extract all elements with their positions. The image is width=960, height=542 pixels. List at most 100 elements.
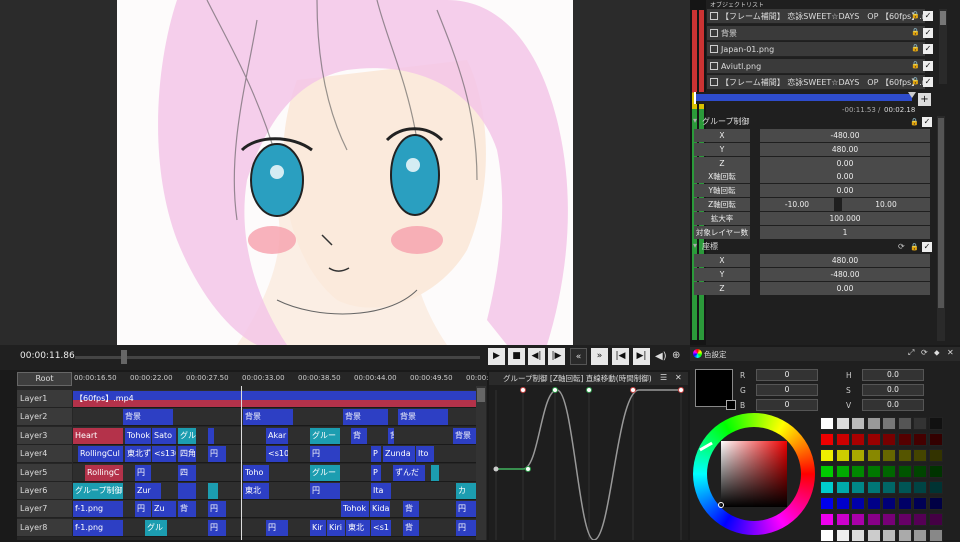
seek-thumb[interactable]: [121, 350, 127, 364]
color-swatch[interactable]: [913, 529, 927, 542]
color-swatch[interactable]: [835, 497, 850, 510]
timeline-scrollbar[interactable]: [476, 386, 486, 540]
timeline-clip[interactable]: f-1.png: [73, 519, 123, 536]
timeline-clip[interactable]: 円: [456, 519, 476, 536]
timeline-clip[interactable]: 背: [388, 427, 394, 444]
timeline-clip[interactable]: Ita: [371, 483, 391, 499]
color-swatch[interactable]: [820, 497, 834, 510]
layer-label[interactable]: Layer6: [17, 482, 72, 500]
timeline-clip[interactable]: 円: [135, 501, 151, 518]
timeline-clip[interactable]: [178, 483, 196, 499]
coords-checkbox[interactable]: ✓: [922, 242, 932, 252]
color-swatch[interactable]: [882, 497, 896, 510]
timeline-scroll-thumb[interactable]: [477, 388, 485, 402]
lock-icon[interactable]: 🔒: [911, 77, 920, 85]
zoom-icon[interactable]: ⊕: [672, 350, 680, 361]
pin-icon[interactable]: ⬥: [934, 348, 940, 358]
timeline-clip[interactable]: Ito: [416, 446, 434, 463]
color-swatch[interactable]: [866, 529, 881, 542]
timeline-clip[interactable]: P: [371, 464, 381, 481]
color-swatch[interactable]: [897, 465, 912, 478]
color-swatch[interactable]: [851, 513, 865, 526]
layer-label[interactable]: Layer2: [17, 408, 72, 427]
color-swatch[interactable]: [897, 529, 912, 542]
prop-value[interactable]: 100.000: [760, 211, 930, 225]
timeline-clip[interactable]: [208, 427, 214, 444]
color-swatch[interactable]: [882, 449, 896, 462]
layer-label[interactable]: Layer3: [17, 426, 72, 445]
color-swatch[interactable]: [913, 449, 927, 462]
lock-icon[interactable]: 🔒: [911, 44, 920, 52]
timeline-clip[interactable]: グループ制御: [73, 483, 123, 499]
layer-track[interactable]: 背景 背景 背景 背景: [73, 408, 476, 427]
add-button[interactable]: +: [918, 93, 931, 106]
refresh-icon[interactable]: ⟳: [921, 348, 928, 357]
playhead-line[interactable]: [241, 386, 242, 540]
color-swatch[interactable]: [866, 417, 881, 430]
color-swatch[interactable]: [913, 433, 927, 446]
color-swatch[interactable]: [882, 433, 896, 446]
timeline-clip[interactable]: グルー: [310, 427, 340, 444]
object-list-item[interactable]: 【フレーム補間】 恋詠SWEET☆DAYS OP 【60fps】.mp4: [707, 9, 925, 24]
secondary-color-swatch[interactable]: [726, 400, 736, 410]
timeline-clip[interactable]: Toho: [243, 464, 269, 481]
seek-bar[interactable]: [75, 350, 480, 364]
timeline-clip[interactable]: f-1.png: [73, 501, 123, 518]
root-tab[interactable]: Root: [17, 372, 72, 386]
color-swatch[interactable]: [882, 529, 896, 542]
color-swatch[interactable]: [882, 513, 896, 526]
timeline-clip[interactable]: <s10: [266, 446, 288, 463]
color-swatch[interactable]: [928, 529, 943, 542]
timeline-clip[interactable]: 【60fps】.mp4: [73, 391, 476, 407]
timeline-clip[interactable]: グル: [145, 519, 167, 536]
properties-scrollbar[interactable]: [937, 116, 945, 341]
color-swatch[interactable]: [835, 449, 850, 462]
prop-value[interactable]: 0.00: [760, 184, 930, 198]
color-swatch[interactable]: [882, 417, 896, 430]
lock-icon[interactable]: 🔒: [910, 118, 919, 126]
timeline-clip[interactable]: Tohok: [341, 501, 369, 518]
timeline-clip[interactable]: Tohok: [125, 427, 151, 444]
color-swatch[interactable]: [820, 417, 834, 430]
timeline-clip[interactable]: <s130: [152, 446, 176, 463]
easing-curve[interactable]: [489, 385, 688, 540]
color-swatch[interactable]: [820, 481, 834, 494]
visibility-checkbox[interactable]: ✓: [923, 60, 933, 71]
play-button[interactable]: ▶: [488, 348, 505, 365]
group-control-checkbox[interactable]: ✓: [922, 117, 932, 127]
timeline-clip[interactable]: 背: [178, 501, 196, 518]
color-field-input[interactable]: 0: [756, 369, 818, 381]
stop-button[interactable]: ■: [508, 348, 525, 365]
color-swatch[interactable]: [866, 497, 881, 510]
color-swatch[interactable]: [897, 513, 912, 526]
timeline-clip[interactable]: ずんだ: [393, 464, 425, 481]
timeline-clip[interactable]: 背景: [123, 409, 173, 426]
color-swatch[interactable]: [928, 513, 943, 526]
timeline-clip[interactable]: カ: [456, 483, 476, 499]
layer-label[interactable]: Layer8: [17, 518, 72, 537]
coords-header[interactable]: 座標: [690, 241, 930, 253]
refresh-icon[interactable]: ⟳: [898, 242, 905, 251]
timeline-clip[interactable]: 円: [456, 501, 476, 518]
timeline-clip[interactable]: <s1: [371, 519, 391, 536]
eyedropper-icon[interactable]: ⤢: [908, 348, 914, 358]
timeline-clip[interactable]: 四: [178, 464, 196, 481]
prop-value-start[interactable]: -10.00: [760, 198, 834, 211]
group-control-header[interactable]: グループ制御: [690, 116, 930, 128]
color-swatch[interactable]: [928, 465, 943, 478]
timeline-clip[interactable]: Kir: [310, 519, 326, 536]
close-icon[interactable]: ✕: [947, 348, 954, 357]
color-swatch[interactable]: [820, 465, 834, 478]
layer-label[interactable]: Layer5: [17, 463, 72, 482]
color-swatch[interactable]: [820, 513, 834, 526]
visibility-checkbox[interactable]: ✓: [923, 44, 933, 54]
timeline-clip[interactable]: グルー: [310, 464, 340, 481]
layer-track[interactable]: f-1.png 円 Zu 背円 Tohok Kida 背円: [73, 500, 476, 519]
prop-value[interactable]: 480.00: [760, 254, 930, 267]
color-swatch[interactable]: [897, 497, 912, 510]
timeline-clip[interactable]: 背: [351, 427, 367, 444]
lock-icon[interactable]: 🔒: [911, 11, 920, 19]
color-swatch[interactable]: [866, 433, 881, 446]
layer-track[interactable]: 【60fps】.mp4: [73, 390, 476, 408]
timeline-clip[interactable]: RollingC: [85, 464, 123, 481]
